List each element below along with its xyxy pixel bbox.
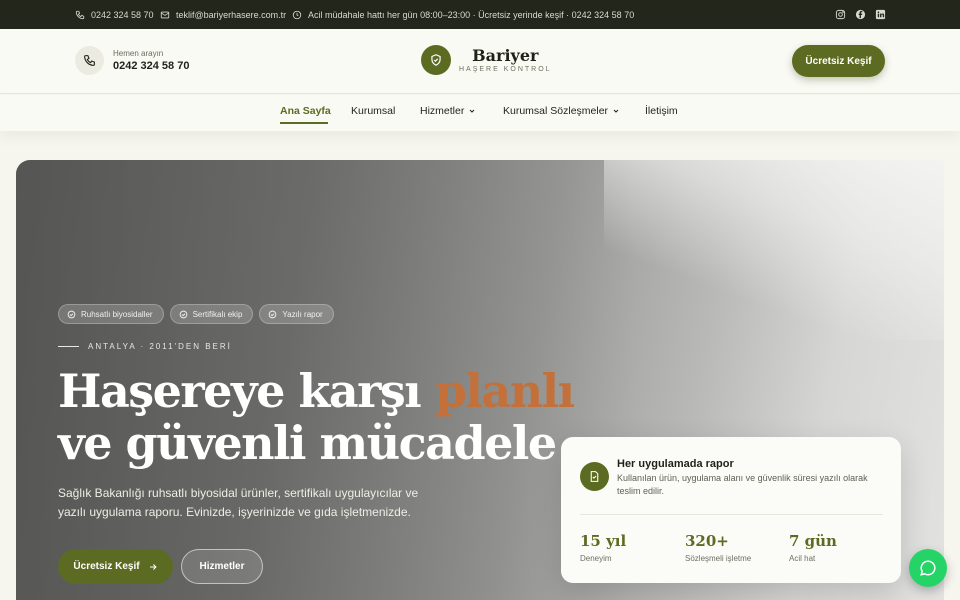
topbar-email[interactable]: teklif@bariyerhasere.com.tr: [160, 0, 286, 29]
facebook-link[interactable]: [855, 0, 866, 29]
stat-contracts: 320+ Sözleşmeli işletme: [685, 532, 751, 565]
phone-icon: [75, 10, 85, 20]
instagram-icon: [835, 9, 846, 20]
chip-label: Sertifikalı ekip: [192, 309, 243, 319]
site-logo[interactable]: Bariyer HAŞERE KONTROL: [421, 45, 552, 75]
stat-value: 15 yıl: [580, 532, 627, 550]
stat-value: 7 gün: [789, 532, 837, 550]
hero-services-button[interactable]: Hizmetler: [181, 549, 263, 584]
phone-label: Hemen arayın: [113, 48, 164, 58]
facebook-icon: [855, 9, 866, 20]
header-cta-button[interactable]: Ücretsiz Keşif: [792, 45, 885, 77]
nav-item-hizmetler[interactable]: Hizmetler: [420, 105, 476, 117]
nav-item-iletisim[interactable]: İletişim: [645, 105, 678, 117]
nav-label: Ana Sayfa: [280, 105, 331, 117]
stat-label: Acil hat: [789, 554, 816, 563]
main-nav: Ana Sayfa Kurumsal Hizmetler Kurumsal Sö…: [0, 95, 960, 131]
nav-item-home[interactable]: Ana Sayfa: [280, 105, 331, 117]
brand-name: Bariyer: [472, 45, 539, 65]
chip-label: Yazılı rapor: [282, 309, 323, 319]
nav-label: Kurumsal Sözleşmeler: [503, 105, 609, 117]
check-circle-icon: [179, 310, 187, 318]
linkedin-link[interactable]: [875, 0, 886, 29]
linkedin-icon: [875, 9, 886, 20]
phone-number: 0242 324 58 70: [113, 59, 190, 72]
chat-bubble-icon: [920, 560, 936, 576]
stat-hotline: 7 gün Acil hat: [789, 532, 837, 565]
nav-label: İletişim: [645, 105, 678, 117]
topbar-hours-text: Acil müdahale hattı her gün 08:00–23:00 …: [308, 9, 635, 20]
hero-highlight: [604, 160, 944, 340]
stat-value: 320+: [685, 532, 729, 550]
report-icon: [580, 462, 609, 491]
hero-primary-button[interactable]: Ücretsiz Keşif: [58, 549, 173, 584]
chevron-down-icon: [613, 109, 619, 113]
headline-accent: planlı: [434, 364, 575, 418]
stat-label: Sözleşmeli işletme: [685, 554, 752, 563]
hero-lead: Sağlık Bakanlığı ruhsatlı biyosidal ürün…: [58, 486, 419, 519]
trust-chips: Ruhsatlı biyosidaller Sertifikalı ekip Y…: [58, 304, 334, 324]
nav-label: Kurumsal: [351, 105, 396, 117]
eyebrow-line: [58, 346, 79, 347]
topbar-phone[interactable]: 0242 324 58 70: [75, 0, 154, 29]
chevron-down-icon: [469, 109, 475, 113]
stat-label: Deneyim: [580, 554, 612, 563]
hero-eyebrow: ANTALYA · 2011'DEN BERİ: [58, 342, 232, 351]
stat-experience: 15 yıl Deneyim: [580, 532, 626, 565]
chip-certified: Sertifikalı ekip: [169, 304, 254, 324]
check-circle-icon: [67, 310, 76, 318]
card-text: Kullanılan ürün, uygulama alanı ve güven…: [617, 473, 868, 496]
instagram-link[interactable]: [835, 0, 846, 29]
topbar-email-text: teklif@bariyerhasere.com.tr: [176, 9, 287, 20]
whatsapp-chat-button[interactable]: [909, 549, 947, 587]
header-phone[interactable]: Hemen arayın 0242 324 58 70: [75, 46, 189, 75]
brand-tagline: HAŞERE KONTROL: [459, 65, 552, 73]
topbar-phone-text: 0242 324 58 70: [91, 9, 154, 20]
eyebrow-text: ANTALYA · 2011'DEN BERİ: [88, 342, 232, 351]
button-label: Ücretsiz Keşif: [73, 561, 140, 572]
nav-item-sozlesmeler[interactable]: Kurumsal Sözleşmeler: [503, 105, 620, 117]
hero-headline: Haşereye karşı planlı ve güvenli mücadel…: [58, 364, 575, 470]
mail-icon: [160, 10, 170, 20]
headline-line2: ve güvenli mücadele: [58, 416, 557, 470]
chip-licensed: Ruhsatlı biyosidaller: [58, 304, 164, 324]
card-title: Her uygulamada rapor: [617, 458, 734, 470]
chip-report: Yazılı rapor: [259, 304, 334, 324]
shield-check-icon: [421, 45, 451, 75]
top-bar: 0242 324 58 70 teklif@bariyerhasere.com.…: [0, 0, 960, 29]
card-divider: [580, 514, 883, 515]
report-card: Her uygulamada rapor Kullanılan ürün, uy…: [561, 437, 901, 583]
check-circle-icon: [269, 310, 277, 318]
clock-icon: [292, 10, 302, 20]
nav-label: Hizmetler: [420, 105, 465, 117]
arrow-right-icon: [149, 563, 157, 570]
headline-part1: Haşereye karşı: [58, 364, 435, 418]
phone-icon: [75, 46, 104, 75]
nav-item-kurumsal[interactable]: Kurumsal: [351, 105, 395, 117]
site-header: Hemen arayın 0242 324 58 70 Bariyer HAŞE…: [0, 29, 960, 94]
topbar-hours: Acil müdahale hattı her gün 08:00–23:00 …: [292, 0, 634, 29]
chip-label: Ruhsatlı biyosidaller: [81, 309, 153, 319]
nav-active-indicator: [280, 122, 328, 124]
